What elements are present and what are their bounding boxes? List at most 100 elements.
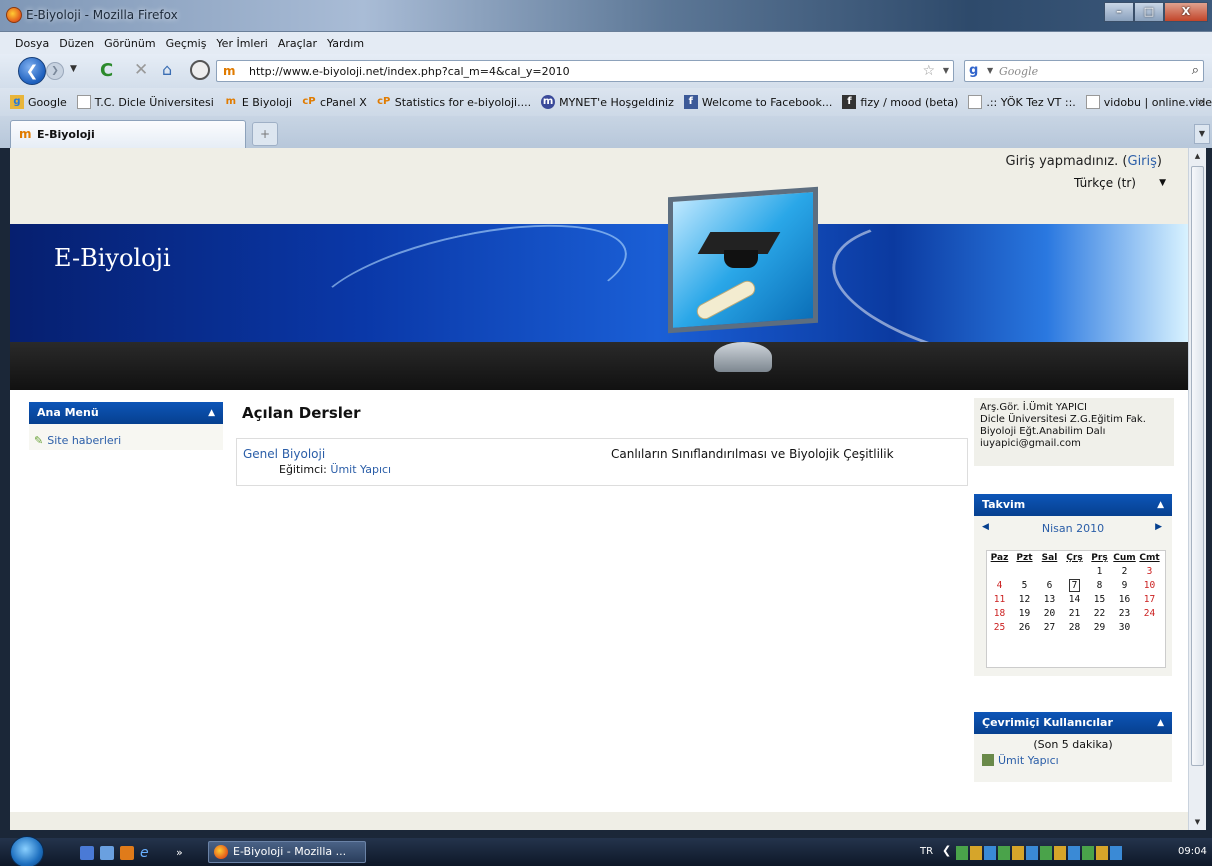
- start-button[interactable]: [10, 836, 44, 866]
- search-input[interactable]: Google: [999, 65, 1038, 78]
- bookmarks-overflow-icon[interactable]: »: [1197, 95, 1204, 108]
- scroll-down-icon[interactable]: ▼: [1189, 814, 1206, 830]
- menu-dosya[interactable]: Dosya: [10, 37, 54, 50]
- calendar-day[interactable]: 26: [1012, 621, 1037, 635]
- tray-expand-icon[interactable]: ❮: [942, 844, 951, 857]
- forward-icon[interactable]: ❯: [46, 62, 64, 80]
- calendar-day[interactable]: 28: [1062, 621, 1087, 635]
- input-language[interactable]: TR: [920, 846, 933, 857]
- bookmark-star-icon[interactable]: ☆: [922, 63, 935, 79]
- course-link[interactable]: Genel Biyoloji: [243, 447, 325, 461]
- calendar-day[interactable]: 19: [1012, 607, 1037, 621]
- quicklaunch-overflow-icon[interactable]: »: [176, 846, 190, 860]
- calendar-day[interactable]: 17: [1137, 593, 1162, 607]
- calendar-day[interactable]: 29: [1087, 621, 1112, 635]
- media-player-icon[interactable]: [120, 846, 134, 860]
- calendar-day[interactable]: 27: [1037, 621, 1062, 635]
- calendar-day[interactable]: 13: [1037, 593, 1062, 607]
- teacher-link[interactable]: Ümit Yapıcı: [330, 463, 391, 476]
- calendar-day[interactable]: 20: [1037, 607, 1062, 621]
- calendar-day[interactable]: 18: [987, 607, 1012, 621]
- close-button[interactable]: X: [1164, 2, 1208, 22]
- inspect-icon[interactable]: [190, 60, 210, 80]
- site-title[interactable]: E-Biyoloji: [54, 244, 171, 272]
- calendar-day[interactable]: 25: [987, 621, 1012, 635]
- home-icon[interactable]: ⌂: [162, 60, 172, 79]
- bookmark-yok[interactable]: .:: YÖK Tez VT ::.: [968, 95, 1076, 109]
- calendar-month[interactable]: Nisan 2010: [974, 522, 1172, 535]
- calendar-day[interactable]: 30: [1112, 621, 1137, 635]
- reload-icon[interactable]: C: [100, 60, 113, 81]
- new-tab-button[interactable]: +: [252, 122, 278, 146]
- menu-item-site-news[interactable]: ✎ Site haberleri: [34, 434, 121, 447]
- calendar-day[interactable]: 14: [1062, 593, 1087, 607]
- tab-list-dropdown-icon[interactable]: ▼: [1194, 124, 1210, 144]
- address-bar[interactable]: m http://www.e-biyoloji.net/index.php?ca…: [216, 60, 954, 82]
- calendar-day[interactable]: 11: [987, 593, 1012, 607]
- bookmark-mynet[interactable]: m MYNET'e Hoşgeldiniz: [541, 95, 674, 109]
- menu-gecmis[interactable]: Geçmiş: [161, 37, 212, 50]
- calendar-day[interactable]: 4: [987, 579, 1012, 593]
- vertical-scrollbar[interactable]: ▲ ▼: [1188, 148, 1206, 830]
- calendar-day[interactable]: 23: [1112, 607, 1137, 621]
- menu-duzen[interactable]: Düzen: [54, 37, 99, 50]
- clock[interactable]: 09:04: [1178, 846, 1207, 857]
- tab-e-biyoloji[interactable]: m E-Biyoloji: [10, 120, 246, 148]
- switch-windows-icon[interactable]: [100, 846, 114, 860]
- minimize-button[interactable]: –: [1104, 2, 1134, 22]
- menu-yer-imleri[interactable]: Yer İmleri: [211, 37, 272, 50]
- calendar-day[interactable]: 2: [1112, 565, 1137, 579]
- calendar-day[interactable]: 9: [1112, 579, 1137, 593]
- bookmark-dicle[interactable]: T.C. Dicle Üniversitesi: [76, 95, 214, 109]
- search-bar[interactable]: g ▼ Google ⌕: [964, 60, 1204, 82]
- menu-araclar[interactable]: Araçlar: [273, 37, 322, 50]
- calendar-day[interactable]: 3: [1137, 565, 1162, 579]
- desktop-icon[interactable]: [80, 846, 94, 860]
- internet-explorer-icon[interactable]: e: [140, 846, 154, 860]
- search-engine-icon[interactable]: g: [969, 63, 978, 78]
- calendar-day[interactable]: 5: [1012, 579, 1037, 593]
- login-link[interactable]: Giriş: [1128, 154, 1157, 169]
- search-engine-dropdown-icon[interactable]: ▼: [987, 66, 993, 75]
- maximize-button[interactable]: □: [1134, 2, 1164, 22]
- bookmark-cpanel[interactable]: cP cPanel X: [302, 95, 366, 109]
- bookmark-google[interactable]: g Google: [10, 95, 67, 109]
- system-tray-icons[interactable]: [956, 846, 1124, 860]
- collapse-icon[interactable]: ▲: [208, 402, 215, 424]
- calendar-day[interactable]: 1: [1087, 565, 1112, 579]
- online-user[interactable]: Ümit Yapıcı: [982, 754, 1059, 767]
- bookmark-vidobu[interactable]: vidobu | online.video.e...: [1085, 95, 1212, 109]
- bookmark-fizy[interactable]: f fizy / mood (beta): [842, 95, 958, 109]
- menu-yardim[interactable]: Yardım: [322, 37, 369, 50]
- calendar-day[interactable]: 16: [1112, 593, 1137, 607]
- language-select[interactable]: Türkçe (tr) ▼: [1074, 176, 1166, 196]
- page-viewport: Giriş yapmadınız. (Giriş) Türkçe (tr) ▼ …: [10, 148, 1188, 830]
- calendar-day[interactable]: 7: [1062, 579, 1087, 593]
- calendar-day[interactable]: 15: [1087, 593, 1112, 607]
- search-icon[interactable]: ⌕: [1192, 63, 1199, 78]
- calendar-day[interactable]: 21: [1062, 607, 1087, 621]
- menu-gorunum[interactable]: Görünüm: [99, 37, 160, 50]
- calendar-day[interactable]: 8: [1087, 579, 1112, 593]
- address-url[interactable]: http://www.e-biyoloji.net/index.php?cal_…: [249, 65, 570, 78]
- calendar-day[interactable]: 22: [1087, 607, 1112, 621]
- taskbar-firefox-window[interactable]: E-Biyoloji - Mozilla ...: [208, 841, 366, 863]
- history-dropdown-icon[interactable]: ▼: [70, 64, 77, 74]
- calendar-day[interactable]: 24: [1137, 607, 1162, 621]
- bookmark-statistics[interactable]: cP Statistics for e-biyoloji....: [377, 95, 531, 109]
- calendar-day[interactable]: 12: [1012, 593, 1037, 607]
- bookmark-ebiyoloji[interactable]: mE Biyoloji: [224, 95, 292, 109]
- back-icon[interactable]: ❮: [18, 57, 46, 85]
- scrollbar-thumb[interactable]: [1191, 166, 1204, 766]
- calendar-day[interactable]: 6: [1037, 579, 1062, 593]
- banner-bottom-bar: [10, 342, 1188, 390]
- next-month-icon[interactable]: ▶: [1155, 522, 1162, 532]
- collapse-icon[interactable]: ▲: [1157, 712, 1164, 734]
- window-titlebar[interactable]: E-Biyoloji - Mozilla Firefox – □ X: [0, 0, 1212, 32]
- collapse-icon[interactable]: ▲: [1157, 494, 1164, 516]
- calendar-day[interactable]: 10: [1137, 579, 1162, 593]
- url-dropdown-icon[interactable]: ▼: [943, 66, 949, 75]
- bookmark-facebook[interactable]: f Welcome to Facebook...: [683, 95, 832, 109]
- scroll-up-icon[interactable]: ▲: [1189, 148, 1206, 164]
- stop-icon[interactable]: ✕: [134, 60, 148, 80]
